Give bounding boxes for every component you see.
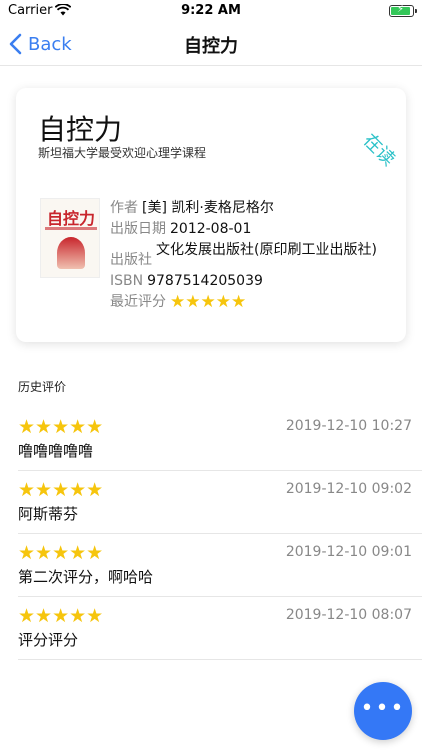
publisher-row: 出版社 文化发展出版社(原印刷工业出版社) bbox=[110, 240, 400, 270]
book-subtitle: 斯坦福大学最受欢迎心理学课程 bbox=[38, 146, 207, 160]
history-item: ★★★★★ 2019-12-10 09:02 阿斯蒂芬 bbox=[18, 471, 422, 534]
author-row: 作者 [美] 凯利·麦格尼格尔 bbox=[110, 198, 400, 218]
isbn-value: 9787514205039 bbox=[147, 273, 263, 289]
history-text: 阿斯蒂芬 bbox=[18, 505, 79, 523]
isbn-row: ISBN 9787514205039 bbox=[110, 271, 400, 291]
rating-label: 最近评分 bbox=[110, 294, 166, 310]
status-time: 9:22 AM bbox=[181, 3, 241, 18]
battery-icon: ⚡ bbox=[389, 4, 417, 17]
book-title: 自控力 bbox=[38, 113, 123, 146]
date-value: 2012-08-01 bbox=[170, 221, 252, 237]
publisher-value: 文化发展出版社(原印刷工业出版社) bbox=[156, 242, 377, 258]
history-stars: ★★★★★ bbox=[18, 605, 104, 627]
cover-title: 自控力 bbox=[46, 209, 95, 228]
history-item: ★★★★★ 2019-12-10 09:01 第二次评分，啊哈哈 bbox=[18, 534, 422, 597]
book-info: 作者 [美] 凯利·麦格尼格尔 出版日期 2012-08-01 出版社 文化发展… bbox=[110, 198, 400, 313]
history-stars: ★★★★★ bbox=[18, 542, 104, 564]
history-time: 2019-12-10 09:01 bbox=[285, 544, 412, 560]
history-text: 评分评分 bbox=[18, 631, 79, 649]
history-time: 2019-12-10 08:07 bbox=[285, 607, 412, 623]
author-label: 作者 bbox=[110, 200, 138, 216]
book-card: 自控力 斯坦福大学最受欢迎心理学课程 在读 自控力 作者 [美] 凯利·麦格尼格… bbox=[16, 88, 406, 342]
more-icon: ••• bbox=[360, 695, 406, 721]
date-label: 出版日期 bbox=[110, 221, 166, 237]
history-stars: ★★★★★ bbox=[18, 479, 104, 501]
cover-subtitle-line bbox=[45, 227, 97, 230]
rating-stars: ★★★★★ bbox=[170, 292, 247, 312]
reading-status-badge: 在读 bbox=[358, 129, 400, 171]
status-bar: Carrier 9:22 AM ⚡ bbox=[0, 0, 422, 22]
history-time: 2019-12-10 10:27 bbox=[285, 418, 412, 434]
history-stars: ★★★★★ bbox=[18, 416, 104, 438]
more-actions-button[interactable]: ••• bbox=[354, 682, 412, 740]
date-row: 出版日期 2012-08-01 bbox=[110, 219, 400, 239]
history-item: ★★★★★ 2019-12-10 08:07 评分评分 bbox=[18, 597, 422, 660]
publisher-label: 出版社 bbox=[110, 252, 152, 268]
cover-illustration bbox=[57, 237, 85, 269]
history-item: ★★★★★ 2019-12-10 10:27 噜噜噜噜噜 bbox=[18, 408, 422, 471]
book-cover: 自控力 bbox=[40, 198, 100, 278]
author-value: [美] 凯利·麦格尼格尔 bbox=[142, 200, 274, 216]
rating-row: 最近评分 ★★★★★ bbox=[110, 292, 400, 312]
history-heading: 历史评价 bbox=[18, 380, 67, 394]
history-text: 噜噜噜噜噜 bbox=[18, 442, 94, 460]
isbn-label: ISBN bbox=[110, 273, 144, 289]
page-title: 自控力 bbox=[184, 36, 238, 57]
history-text: 第二次评分，啊哈哈 bbox=[18, 568, 154, 586]
history-list: ★★★★★ 2019-12-10 10:27 噜噜噜噜噜 ★★★★★ 2019-… bbox=[18, 408, 422, 660]
history-time: 2019-12-10 09:02 bbox=[285, 481, 412, 497]
navigation-bar: Back 自控力 bbox=[0, 22, 422, 66]
